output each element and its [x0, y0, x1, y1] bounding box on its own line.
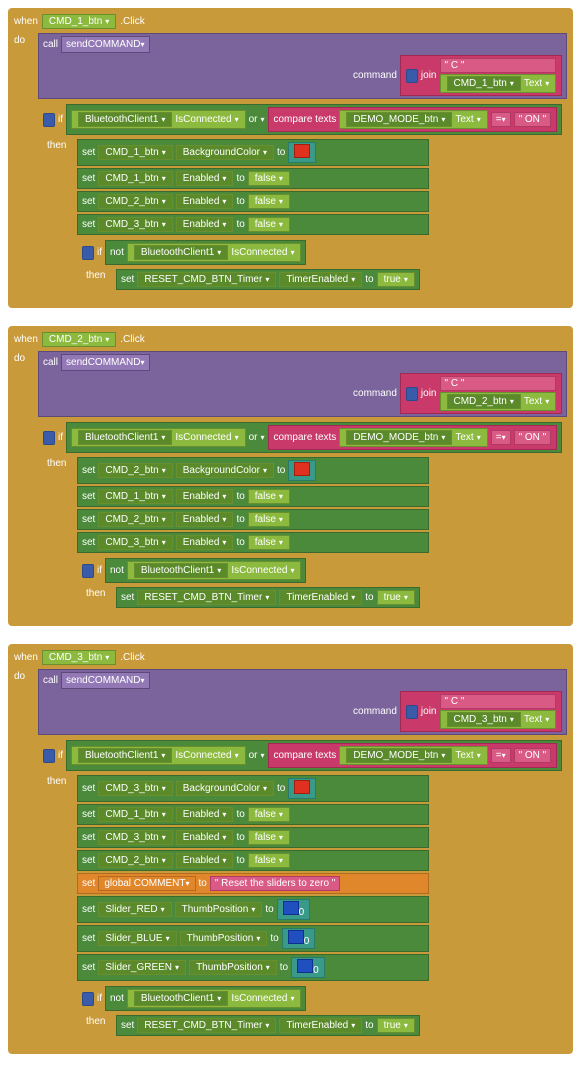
cmd3-ref[interactable]: CMD_3_btn▾ [42, 650, 116, 665]
if-block-2[interactable]: if BluetoothClient1▾ IsConnected▾ or▾ co… [38, 419, 567, 618]
set-slider-green[interactable]: set Slider_GREEN▾ ThumbPosition▾ to 0 [77, 954, 429, 981]
nested-if-3[interactable]: if not BluetoothClient1▾ IsConnected▾ [77, 983, 429, 1041]
call-sendcommand[interactable]: call sendCOMMAND▾ command join " C " CMD… [38, 351, 567, 417]
set-slider-blue[interactable]: set Slider_BLUE▾ ThumbPosition▾ to 0 [77, 925, 429, 952]
getter-bt-connected[interactable]: BluetoothClient1▾ IsConnected▾ [71, 110, 246, 129]
set-cmd2-enabled[interactable]: set CMD_2_btn▾ Enabled▾ to false▾ [77, 191, 429, 212]
proc-name[interactable]: sendCOMMAND▾ [61, 36, 149, 53]
event-block-cmd1: when CMD_1_btn▾ .Click do call sendCOMMA… [8, 8, 573, 308]
click-event: .Click [120, 16, 144, 27]
when-keyword: when [14, 16, 38, 27]
compare-texts-block[interactable]: compare texts DEMO_MODE_btn▾ Text▾ =▾ " … [268, 107, 558, 132]
do-label: do [14, 33, 34, 46]
color-red[interactable] [288, 142, 316, 163]
set-cmd3-bgcolor[interactable]: set CMD_3_btn▾ BackgroundColor▾ to [77, 775, 429, 802]
mutator-icon[interactable] [406, 69, 418, 83]
string-reset-sliders[interactable]: " Reset the sliders to zero " [210, 876, 340, 891]
if-block-3[interactable]: if BluetoothClient1▾ IsConnected▾ or▾ co… [38, 737, 567, 1046]
if-mutator-icon[interactable] [43, 113, 55, 127]
getter-cmd3-text[interactable]: CMD_3_btn▾ Text▾ [440, 710, 557, 729]
val-zero[interactable]: 0 [277, 899, 311, 920]
join-block[interactable]: join " C " CMD_3_btn▾ Text▾ [400, 691, 562, 732]
nested-if-2[interactable]: if not BluetoothClient1▾ IsConnected▾ [77, 555, 429, 613]
set-cmd2-bgcolor[interactable]: set CMD_2_btn▾ BackgroundColor▾ to [77, 457, 429, 484]
global-comment-var[interactable]: global COMMENT▾ [98, 876, 195, 891]
val-false[interactable]: false▾ [248, 171, 290, 186]
getter-demomode-text[interactable]: DEMO_MODE_btn▾ Text▾ [339, 110, 487, 129]
getter-cmd1-text[interactable]: CMD_1_btn▾ Text▾ [440, 74, 557, 93]
eq-op[interactable]: =▾ [491, 112, 511, 127]
or-block[interactable]: BluetoothClient1▾ IsConnected▾ or▾ compa… [66, 104, 562, 135]
set-cmd1-enabled[interactable]: set CMD_1_btn▾ Enabled▾ to false▾ [77, 168, 429, 189]
event-block-cmd2: when CMD_2_btn▾ .Click do call sendCOMMA… [8, 326, 573, 626]
if-mutator-icon[interactable] [82, 246, 94, 260]
set-global-comment[interactable]: set global COMMENT▾ to " Reset the slide… [77, 873, 429, 894]
call-sendcommand[interactable]: call sendCOMMAND▾ command join " C " CMD… [38, 669, 567, 735]
nested-if-1[interactable]: if not BluetoothClient1▾ IsConnected▾ [77, 237, 429, 295]
event-block-cmd3: when CMD_3_btn▾ .Click do call sendCOMMA… [8, 644, 573, 1054]
not-block[interactable]: not BluetoothClient1▾ IsConnected▾ [105, 240, 306, 265]
join-block[interactable]: join " C " CMD_1_btn▾ Text▾ [400, 55, 562, 96]
call-sendcommand[interactable]: call sendCOMMAND▾ command join " C " CMD… [38, 33, 567, 99]
cmd1-ref[interactable]: CMD_1_btn▾ [42, 14, 116, 29]
set-cmd3-enabled[interactable]: set CMD_3_btn▾ Enabled▾ to false▾ [77, 214, 429, 235]
val-true[interactable]: true▾ [377, 272, 415, 287]
string-c[interactable]: " C " [440, 58, 557, 73]
join-block[interactable]: join " C " CMD_2_btn▾ Text▾ [400, 373, 562, 414]
set-slider-red[interactable]: set Slider_RED▾ ThumbPosition▾ to 0 [77, 896, 429, 923]
string-on[interactable]: " ON " [514, 112, 552, 127]
getter-bt-connected[interactable]: BluetoothClient1▾ IsConnected▾ [127, 243, 302, 262]
getter-cmd2-text[interactable]: CMD_2_btn▾ Text▾ [440, 392, 557, 411]
if-block-1[interactable]: if BluetoothClient1▾ IsConnected▾ or▾ co… [38, 101, 567, 300]
param-command: command [353, 70, 397, 81]
set-timer-enabled[interactable]: set RESET_CMD_BTN_Timer▾ TimerEnabled▾ t… [116, 269, 420, 290]
set-cmd1-bgcolor[interactable]: set CMD_1_btn▾ BackgroundColor▾ to [77, 139, 429, 166]
cmd2-ref[interactable]: CMD_2_btn▾ [42, 332, 116, 347]
then-label: then [47, 139, 73, 151]
